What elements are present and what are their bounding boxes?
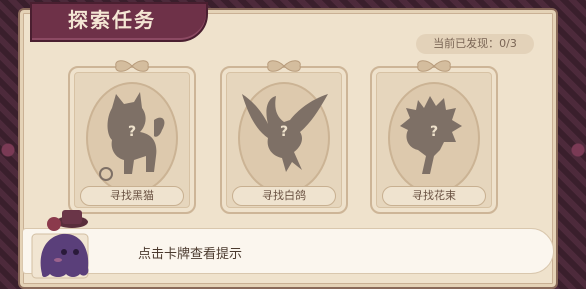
card-label: 寻找黑猫	[80, 186, 184, 206]
task-card-bouquet[interactable]: ? 寻找花束	[370, 60, 498, 214]
panel-title: 探索任务	[68, 8, 156, 32]
mascot-avatar-icon	[31, 210, 89, 279]
unknown-mark: ?	[127, 124, 137, 140]
unknown-mark: ?	[429, 124, 439, 140]
unknown-mark: ?	[279, 124, 289, 140]
discovery-progress: 当前已发现：0/3	[416, 34, 534, 54]
ribbon-bow-icon	[115, 60, 149, 72]
title-banner: 探索任务	[30, 2, 208, 42]
card-label: 寻找白鸽	[232, 186, 336, 206]
task-card-black-cat[interactable]: ? 寻找黑猫	[68, 60, 196, 214]
ribbon-bow-icon	[267, 60, 301, 72]
ribbon-bow-icon	[417, 60, 451, 72]
task-card-white-dove[interactable]: ? 寻找白鸽	[220, 60, 348, 214]
hint-text: 点击卡牌查看提示	[138, 247, 243, 262]
card-label: 寻找花束	[382, 186, 486, 206]
